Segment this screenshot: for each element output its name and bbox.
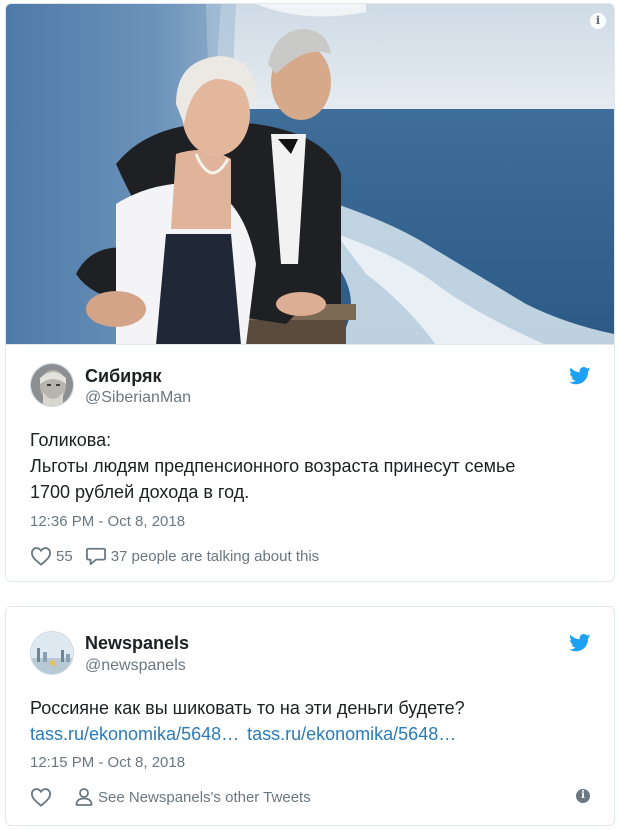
heart-icon bbox=[30, 547, 52, 566]
tweet-text-line: Россияне как вы шиковать то на эти деньг… bbox=[30, 698, 465, 718]
avatar-newspanels[interactable] bbox=[30, 631, 74, 675]
like-button[interactable] bbox=[30, 787, 56, 807]
tweet-links: tass.ru/ekonomika/5648… tass.ru/ekonomika… bbox=[30, 721, 465, 747]
person-icon bbox=[75, 788, 93, 806]
user-handle[interactable]: @SiberianMan bbox=[85, 389, 191, 407]
tweet-text-line: Льготы людям предпенсионного возраста пр… bbox=[30, 456, 516, 476]
speech-bubble-icon bbox=[85, 547, 106, 566]
display-name[interactable]: Newspanels bbox=[85, 633, 189, 654]
tweet-link[interactable]: tass.ru/ekonomika/5648… bbox=[247, 724, 456, 744]
tweet-text: Голикова: Льготы людям предпенсионного в… bbox=[30, 427, 515, 505]
talking-about-label: 37 people are talking about this bbox=[110, 547, 320, 565]
tweet-text-line: 1700 рублей дохода в год. bbox=[30, 482, 250, 502]
tweet-text-line: Голикова: bbox=[30, 430, 112, 450]
info-icon[interactable]: i bbox=[576, 789, 590, 803]
tweet-link[interactable]: tass.ru/ekonomika/5648… bbox=[30, 724, 239, 744]
elderly-couple-on-cruise-photo bbox=[6, 4, 614, 344]
other-tweets-label: See Newspanels's other Tweets bbox=[98, 788, 311, 806]
avatar-siberianman[interactable] bbox=[30, 363, 74, 407]
conversation-link[interactable]: 37 people are talking about this bbox=[85, 546, 319, 566]
like-button[interactable]: 55 bbox=[30, 546, 73, 566]
tweet-photo[interactable]: i bbox=[6, 4, 614, 345]
tweet-text: Россияне как вы шиковать то на эти деньг… bbox=[30, 695, 465, 747]
tweet-card-siberianman: i Сибиряк @SiberianMan Голикова: Льготы … bbox=[5, 3, 615, 582]
display-name[interactable]: Сибиряк bbox=[85, 366, 162, 387]
tweet-actions: See Newspanels's other Tweets bbox=[30, 787, 323, 807]
tweet-timestamp[interactable]: 12:15 PM - Oct 8, 2018 bbox=[30, 754, 185, 771]
like-count: 55 bbox=[56, 547, 73, 565]
user-handle[interactable]: @newspanels bbox=[85, 657, 186, 675]
twitter-bird-icon[interactable] bbox=[569, 634, 591, 652]
tweet-actions: 55 37 people are talking about this bbox=[30, 546, 331, 566]
heart-icon bbox=[30, 788, 52, 807]
info-icon[interactable]: i bbox=[590, 13, 606, 29]
other-tweets-link[interactable]: See Newspanels's other Tweets bbox=[74, 787, 311, 807]
tweet-timestamp[interactable]: 12:36 PM - Oct 8, 2018 bbox=[30, 513, 185, 530]
tweet-card-newspanels: Newspanels @newspanels Россияне как вы ш… bbox=[5, 606, 615, 826]
twitter-bird-icon[interactable] bbox=[569, 367, 591, 385]
